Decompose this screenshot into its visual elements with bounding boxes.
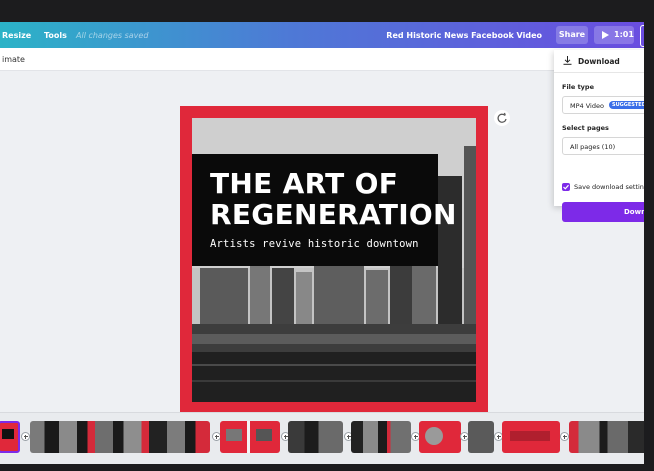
timeline-scene[interactable]	[468, 421, 494, 453]
editor-screen: Resize Tools All changes saved Red Histo…	[0, 22, 644, 464]
play-icon	[602, 31, 609, 39]
add-transition-button[interactable]	[560, 432, 569, 441]
suggested-badge: SUGGESTED	[609, 101, 644, 109]
check-icon	[563, 184, 569, 190]
timeline	[0, 412, 644, 464]
download-button[interactable]: Down	[562, 202, 644, 222]
timeline-scene[interactable]	[569, 421, 644, 453]
pages-value: All pages (10)	[570, 143, 616, 151]
design-page[interactable]: THE ART OF REGENERATION Artists revive h…	[180, 106, 488, 414]
timeline-scene[interactable]	[502, 421, 560, 453]
download-button-label: Down	[624, 208, 644, 216]
timeline-scene[interactable]	[419, 421, 461, 453]
document-title[interactable]: Red Historic News Facebook Video	[386, 31, 542, 40]
save-settings-label: Save download settin	[574, 183, 644, 191]
refresh-icon[interactable]	[494, 110, 510, 126]
play-button[interactable]: 1:01	[594, 26, 634, 44]
tools-button[interactable]: Tools	[44, 31, 67, 40]
download-panel: Download File type MP4 Video SUGGESTED S…	[554, 50, 644, 222]
timeline-scene[interactable]	[0, 421, 20, 453]
select-pages-label: Select pages	[562, 124, 609, 132]
save-settings-checkbox[interactable]	[562, 183, 570, 191]
save-status: All changes saved	[76, 31, 149, 40]
canvas-area: THE ART OF REGENERATION Artists revive h…	[0, 70, 644, 430]
context-toolbar: imate	[0, 48, 644, 71]
download-panel-header: Download	[554, 50, 644, 73]
headline-box[interactable]: THE ART OF REGENERATION Artists revive h…	[192, 154, 456, 266]
download-panel-title: Download	[578, 57, 620, 66]
headline-line-1: THE ART OF	[210, 167, 399, 200]
play-duration: 1:01	[614, 30, 634, 39]
timeline-scene[interactable]	[351, 421, 411, 453]
pages-select[interactable]: All pages (10)	[562, 137, 644, 155]
download-icon	[563, 56, 572, 65]
timeline-scene[interactable]	[220, 421, 280, 453]
publish-button[interactable]	[640, 25, 644, 47]
headline[interactable]: THE ART OF REGENERATION	[210, 168, 457, 230]
share-button[interactable]: Share	[556, 26, 588, 44]
resize-button[interactable]: Resize	[2, 31, 31, 40]
animate-button[interactable]: imate	[2, 55, 25, 64]
timeline-scene[interactable]	[30, 421, 210, 453]
headline-line-2: REGENERATION	[210, 198, 457, 231]
city-skyline-image[interactable]: THE ART OF REGENERATION Artists revive h…	[192, 118, 476, 402]
file-type-select[interactable]: MP4 Video SUGGESTED	[562, 96, 644, 114]
file-type-label: File type	[562, 83, 594, 91]
rotate-icon	[497, 112, 507, 123]
timeline-scene[interactable]	[288, 421, 343, 453]
file-type-value: MP4 Video	[570, 102, 604, 110]
add-transition-button[interactable]	[21, 432, 30, 441]
subtitle[interactable]: Artists revive historic downtown	[210, 238, 419, 250]
top-bar: Resize Tools All changes saved Red Histo…	[0, 22, 644, 48]
